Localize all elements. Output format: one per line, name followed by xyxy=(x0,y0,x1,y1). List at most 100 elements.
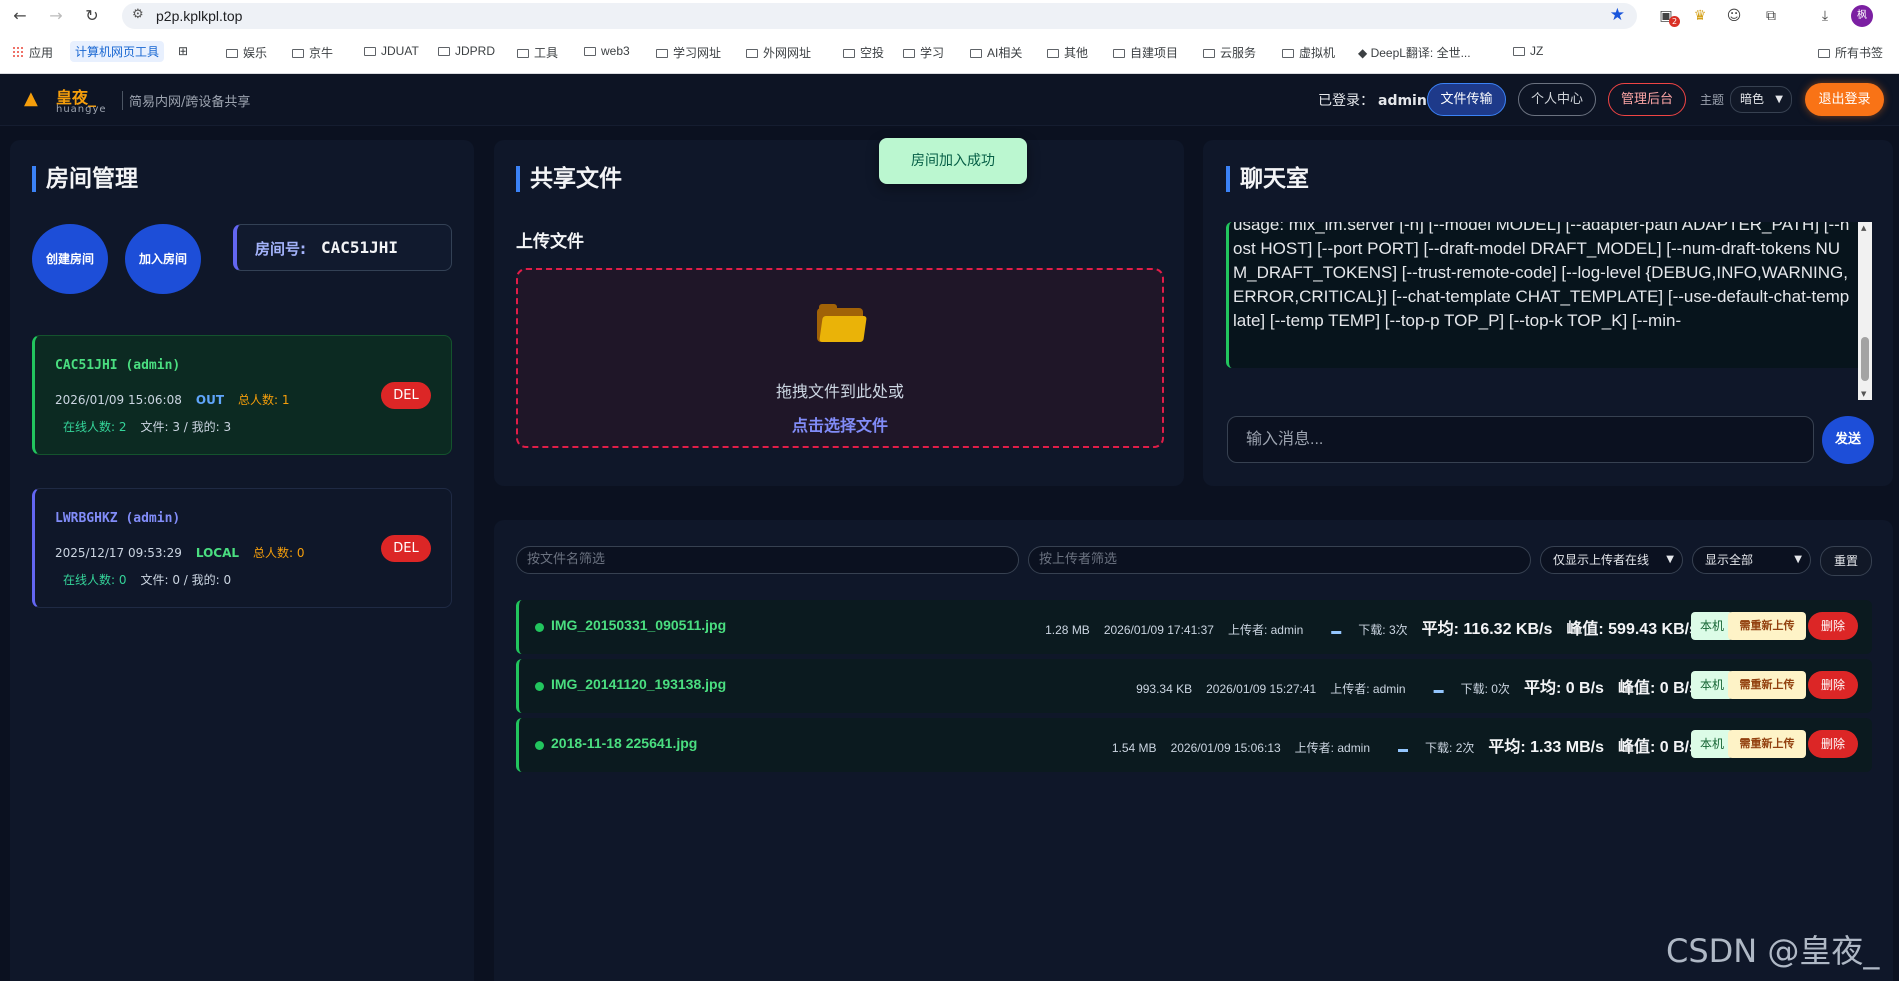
bookmark-apps[interactable]: 应用 xyxy=(12,44,53,61)
extension-icon[interactable]: ☺ xyxy=(1724,6,1744,26)
bookmark-folder[interactable]: 外网网址 xyxy=(746,44,811,61)
bookmark-folder[interactable]: 工具 xyxy=(517,44,558,61)
room-created-time: 2026/01/09 15:06:08 xyxy=(55,393,182,407)
download-count-icon: ▬ xyxy=(1433,685,1444,696)
drop-zone-text: 拖拽文件到此处或 xyxy=(775,382,904,401)
url-text[interactable]: p2p.kplkpl.top xyxy=(156,8,242,24)
bookmark-deepl[interactable]: ◆ DeepL翻译: 全世... xyxy=(1358,44,1471,61)
reset-filter-button[interactable]: 重置 xyxy=(1820,546,1872,576)
bookmark-folder[interactable]: 娱乐 xyxy=(226,44,267,61)
bookmark-folder[interactable]: JDUAT xyxy=(364,44,419,58)
room-card-meta: 2026/01/09 15:06:08 OUT 总人数: 1 xyxy=(55,391,290,408)
scroll-down-icon[interactable]: ▼ xyxy=(1861,390,1866,398)
room-card-meta: 2025/12/17 09:53:29 LOCAL 总人数: 0 xyxy=(55,544,305,561)
file-name[interactable]: IMG_20150331_090511.jpg xyxy=(551,617,726,633)
grid-icon[interactable]: ⊞ xyxy=(178,44,188,58)
site-info-icon[interactable]: ⚙ xyxy=(132,7,144,22)
file-size: 1.54 MB xyxy=(1111,741,1157,755)
scroll-up-icon[interactable]: ▲ xyxy=(1861,224,1866,232)
join-room-button[interactable]: 加入房间 xyxy=(125,224,201,294)
theme-select[interactable]: 暗色 ▼ xyxy=(1730,86,1792,113)
create-room-button[interactable]: 创建房间 xyxy=(32,224,108,294)
back-arrow-icon[interactable]: ← xyxy=(10,6,30,26)
file-meta: 993.34 KB 2026/01/09 15:27:41 上传者: admin ▬ 下… xyxy=(1122,674,1698,698)
filter-filename-input[interactable]: 按文件名筛选 xyxy=(516,546,1019,574)
bookmark-chip[interactable]: 计算机网页工具 xyxy=(70,41,165,62)
toast-notification: 房间加入成功 xyxy=(879,138,1027,184)
file-row[interactable]: 2018-11-18 225641.jpg 1.54 MB 2026/01/09 … xyxy=(516,718,1872,772)
bookmark-folder[interactable]: AI相关 xyxy=(970,44,1022,61)
download-icon[interactable]: ⤓ xyxy=(1815,6,1835,26)
bookmark-folder[interactable]: 自建项目 xyxy=(1113,44,1178,61)
bookmark-folder[interactable]: 学习网址 xyxy=(656,44,721,61)
bookmark-star-icon[interactable]: ★ xyxy=(1610,5,1625,25)
share-panel-title: 共享文件 xyxy=(516,166,622,192)
delete-room-button[interactable]: DEL xyxy=(381,535,431,562)
bookmark-folder[interactable]: 学习 xyxy=(903,44,944,61)
chat-message-log[interactable]: usage: mlx_lm.server [-h] [--model MODEL… xyxy=(1226,222,1868,368)
online-filter-select[interactable]: 仅显示上传者在线 ▼ xyxy=(1540,546,1683,574)
bookmark-folder[interactable]: 京牛 xyxy=(292,44,333,61)
room-panel-title: 房间管理 xyxy=(32,166,138,192)
delete-file-button[interactable]: 删除 xyxy=(1808,671,1858,699)
logout-button[interactable]: 退出登录 xyxy=(1805,83,1884,116)
online-status-dot xyxy=(535,741,544,750)
room-mode-badge: LOCAL xyxy=(195,546,240,560)
bookmark-all[interactable]: 所有书签 xyxy=(1818,44,1883,61)
delete-room-button[interactable]: DEL xyxy=(381,382,431,409)
avg-speed: 平均: 0 B/s xyxy=(1523,680,1604,697)
room-code-value: CAC51JHI xyxy=(321,238,399,257)
forward-arrow-icon[interactable]: → xyxy=(46,6,66,26)
bookmark-folder[interactable]: 其他 xyxy=(1047,44,1088,61)
room-card-stats: 在线人数: 2 文件: 3 / 我的: 3 xyxy=(63,418,231,435)
reload-icon[interactable]: ↻ xyxy=(82,6,102,26)
delete-file-button[interactable]: 删除 xyxy=(1808,612,1858,640)
delete-file-button[interactable]: 删除 xyxy=(1808,730,1858,758)
local-badge: 本机 xyxy=(1691,671,1733,699)
download-count-icon: ▬ xyxy=(1398,744,1409,755)
file-row[interactable]: IMG_20150331_090511.jpg 1.28 MB 2026/01/0… xyxy=(516,600,1872,654)
bookmark-folder[interactable]: 云服务 xyxy=(1203,44,1256,61)
bookmark-folder[interactable]: web3 xyxy=(584,44,630,58)
file-transfer-button[interactable]: 文件传输 xyxy=(1427,83,1506,116)
chat-message-input[interactable]: 输入消息... xyxy=(1227,416,1814,463)
room-card[interactable]: LWRBGHKZ (admin) 2025/12/17 09:53:29 LOCA… xyxy=(32,488,452,608)
reupload-button[interactable]: 需重新上传 xyxy=(1728,671,1806,699)
bookmark-folder[interactable]: JDPRD xyxy=(438,44,495,58)
username: admin xyxy=(1378,93,1427,109)
logged-in-status: 已登录： admin xyxy=(1318,93,1427,109)
folder-icon xyxy=(1818,49,1830,58)
local-badge: 本机 xyxy=(1691,730,1733,758)
folder-icon xyxy=(1513,47,1525,56)
address-bar[interactable]: ⚙ p2p.kplkpl.top ★ xyxy=(122,3,1637,29)
chat-scrollbar[interactable]: ▲ ▼ xyxy=(1858,222,1872,400)
file-row[interactable]: IMG_20141120_193138.jpg 993.34 KB 2026/01… xyxy=(516,659,1872,713)
send-button[interactable]: 发送 xyxy=(1822,416,1874,464)
scrollbar-thumb[interactable] xyxy=(1861,337,1869,381)
folder-icon xyxy=(438,47,450,56)
folder-icon xyxy=(226,49,238,58)
bookmark-folder[interactable]: 空投 xyxy=(843,44,884,61)
filter-uploader-input[interactable]: 按上传者筛选 xyxy=(1028,546,1531,574)
file-name[interactable]: IMG_20141120_193138.jpg xyxy=(551,676,726,692)
chevron-down-icon: ▼ xyxy=(1666,554,1674,565)
file-drop-zone[interactable]: 拖拽文件到此处或 点击选择文件 xyxy=(516,268,1164,448)
folder-icon xyxy=(1203,49,1215,58)
bookmark-folder[interactable]: JZ xyxy=(1513,44,1543,58)
room-card[interactable]: CAC51JHI (admin) 2026/01/09 15:06:08 OUT 总… xyxy=(32,335,452,455)
room-file-count: 文件: 0 / 我的: 0 xyxy=(140,573,232,587)
bookmarks-bar: 应用 计算机网页工具 ⊞ 娱乐 京牛 JDUAT JDPRD 工具 web3 学… xyxy=(0,32,1899,74)
profile-avatar[interactable]: 枫 xyxy=(1851,5,1873,27)
extension-icon[interactable]: ♛ xyxy=(1690,6,1710,26)
bookmark-folder[interactable]: 虚拟机 xyxy=(1282,44,1335,61)
chevron-down-icon: ▼ xyxy=(1775,94,1783,105)
display-filter-select[interactable]: 显示全部 ▼ xyxy=(1692,546,1811,574)
reupload-button[interactable]: 需重新上传 xyxy=(1728,612,1806,640)
folder-icon xyxy=(746,49,758,58)
puzzle-icon[interactable]: ⧉ xyxy=(1761,6,1781,26)
admin-panel-button[interactable]: 管理后台 xyxy=(1608,83,1686,116)
profile-center-button[interactable]: 个人中心 xyxy=(1518,83,1596,116)
choose-file-link[interactable]: 点击选择文件 xyxy=(518,412,1162,436)
reupload-button[interactable]: 需重新上传 xyxy=(1728,730,1806,758)
file-name[interactable]: 2018-11-18 225641.jpg xyxy=(551,735,697,751)
